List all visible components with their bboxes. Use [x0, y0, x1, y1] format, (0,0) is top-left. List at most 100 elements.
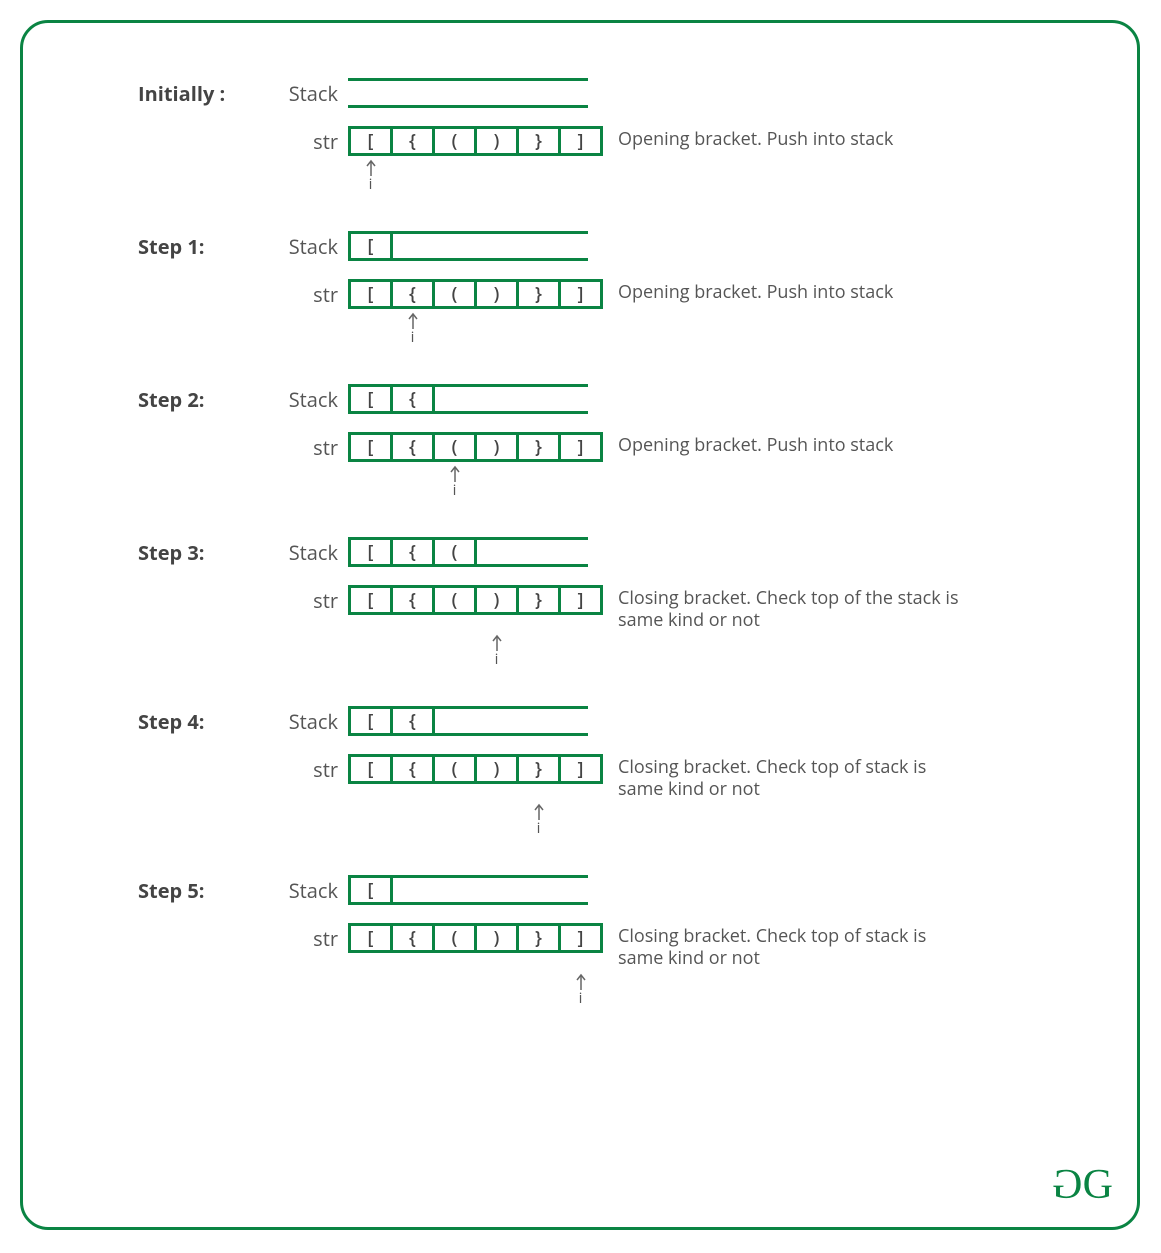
- str-row: str[{()}] Closing bracket. Check top of s…: [53, 754, 1107, 800]
- str-cell: {: [390, 432, 435, 462]
- str-row: str[{()}]Opening bracket. Push into stac…: [53, 279, 1107, 309]
- step-title: Initially :: [53, 78, 253, 107]
- spacer: [53, 754, 253, 756]
- str-boxes: [{()}]: [348, 923, 603, 953]
- pointer-arrow-icon: i: [574, 972, 588, 1008]
- str-cell: (: [432, 126, 477, 156]
- pointer-row: i: [53, 462, 1107, 502]
- str-cell: ]: [558, 923, 603, 953]
- gfg-logo: GG: [1058, 1161, 1107, 1209]
- stack-row: Step 5:Stack[: [53, 875, 1107, 905]
- str-cell: ]: [558, 126, 603, 156]
- str-cell: [: [348, 923, 393, 953]
- str-cell: ): [474, 279, 519, 309]
- str-cell: }: [516, 923, 561, 953]
- str-cell: ): [474, 585, 519, 615]
- stack-label: Stack: [253, 706, 348, 735]
- str-label: str: [253, 754, 348, 783]
- str-cell: {: [390, 126, 435, 156]
- str-cell: [: [348, 432, 393, 462]
- str-cell: }: [516, 126, 561, 156]
- stack-box: [{: [348, 706, 588, 736]
- str-cell: (: [432, 585, 477, 615]
- pointer-label: i: [364, 174, 378, 194]
- str-boxes: [{()}]: [348, 432, 603, 462]
- pointer-row: i: [53, 631, 1107, 671]
- pointer-arrow-icon: i: [532, 802, 546, 838]
- str-cell: }: [516, 432, 561, 462]
- str-label: str: [253, 432, 348, 461]
- str-cell: ]: [558, 432, 603, 462]
- stack-label: Stack: [253, 231, 348, 260]
- step-description: Opening bracket. Push into stack: [618, 432, 893, 457]
- step-description: Opening bracket. Push into stack: [618, 126, 893, 151]
- str-label: str: [253, 585, 348, 614]
- step-2: Step 2:Stack[{ str[{()}] Opening bracket. …: [53, 384, 1107, 502]
- str-label: str: [253, 279, 348, 308]
- pointer-arrow-icon: i: [490, 633, 504, 669]
- step-description: Closing bracket. Check top of stack is s…: [618, 754, 968, 800]
- str-cell: ): [474, 923, 519, 953]
- str-row: str[{()}] Opening bracket. Push into stac…: [53, 126, 1107, 156]
- str-cell: [: [348, 754, 393, 784]
- str-cell: }: [516, 754, 561, 784]
- str-cell: {: [390, 754, 435, 784]
- step-title: Step 1:: [53, 231, 253, 260]
- step-5: Step 5:Stack[str[{()}]Closing bracket. C…: [53, 875, 1107, 1009]
- stack-cell: [: [348, 387, 393, 411]
- stack-cell: [: [348, 540, 393, 564]
- stack-cell: [: [348, 234, 393, 258]
- pointer-label: i: [574, 988, 588, 1008]
- str-cell: {: [390, 585, 435, 615]
- str-cell: ): [474, 126, 519, 156]
- str-cell: (: [432, 923, 477, 953]
- str-label: str: [253, 923, 348, 952]
- str-cell: [: [348, 585, 393, 615]
- step-title: Step 2:: [53, 384, 253, 413]
- str-cell: [: [348, 279, 393, 309]
- spacer: [53, 126, 253, 128]
- str-boxes: [{()}]: [348, 126, 603, 156]
- step-description: Closing bracket. Check top of stack is s…: [618, 923, 968, 969]
- str-cell: {: [390, 923, 435, 953]
- stack-box: [{(: [348, 537, 588, 567]
- pointer-row: i: [53, 970, 1107, 1010]
- step-description: Closing bracket. Check top of the stack …: [618, 585, 968, 631]
- spacer: [53, 432, 253, 434]
- pointer-row: i: [53, 156, 1107, 196]
- spacer: [53, 279, 253, 281]
- step-0: Initially :Stack str[{()}] Opening bracket…: [53, 78, 1107, 196]
- stack-label: Stack: [253, 875, 348, 904]
- stack-cell: {: [390, 540, 435, 564]
- stack-row: Step 2:Stack[{: [53, 384, 1107, 414]
- pointer-label: i: [490, 649, 504, 669]
- str-cell: (: [432, 432, 477, 462]
- stack-cell: [: [348, 878, 393, 902]
- stack-row: Step 3:Stack[{(: [53, 537, 1107, 567]
- stack-box: [: [348, 231, 588, 261]
- stack-cell: (: [432, 540, 477, 564]
- step-1: Step 1:Stack[str[{()}]Opening bracket. P…: [53, 231, 1107, 349]
- step-title: Step 4:: [53, 706, 253, 735]
- stack-cell: {: [390, 709, 435, 733]
- str-boxes: [{()}]: [348, 754, 603, 784]
- diagram-frame: Initially :Stackstr[{()}]Opening bracket…: [20, 20, 1140, 1230]
- str-cell: [: [348, 126, 393, 156]
- stack-label: Stack: [253, 78, 348, 107]
- step-title: Step 3:: [53, 537, 253, 566]
- step-4: Step 4:Stack[{str[{()}]Closing bracket. …: [53, 706, 1107, 840]
- stack-box: [{: [348, 384, 588, 414]
- pointer-arrow-icon: i: [406, 311, 420, 347]
- str-label: str: [253, 126, 348, 155]
- str-row: str[{()}] Opening bracket. Push into stac…: [53, 432, 1107, 462]
- stack-box: [348, 78, 588, 108]
- stack-label: Stack: [253, 537, 348, 566]
- str-cell: ): [474, 754, 519, 784]
- str-cell: {: [390, 279, 435, 309]
- pointer-label: i: [448, 480, 462, 500]
- str-cell: ]: [558, 585, 603, 615]
- stack-cell: [: [348, 709, 393, 733]
- pointer-label: i: [406, 327, 420, 347]
- pointer-row: i: [53, 800, 1107, 840]
- stack-cell: {: [390, 387, 435, 411]
